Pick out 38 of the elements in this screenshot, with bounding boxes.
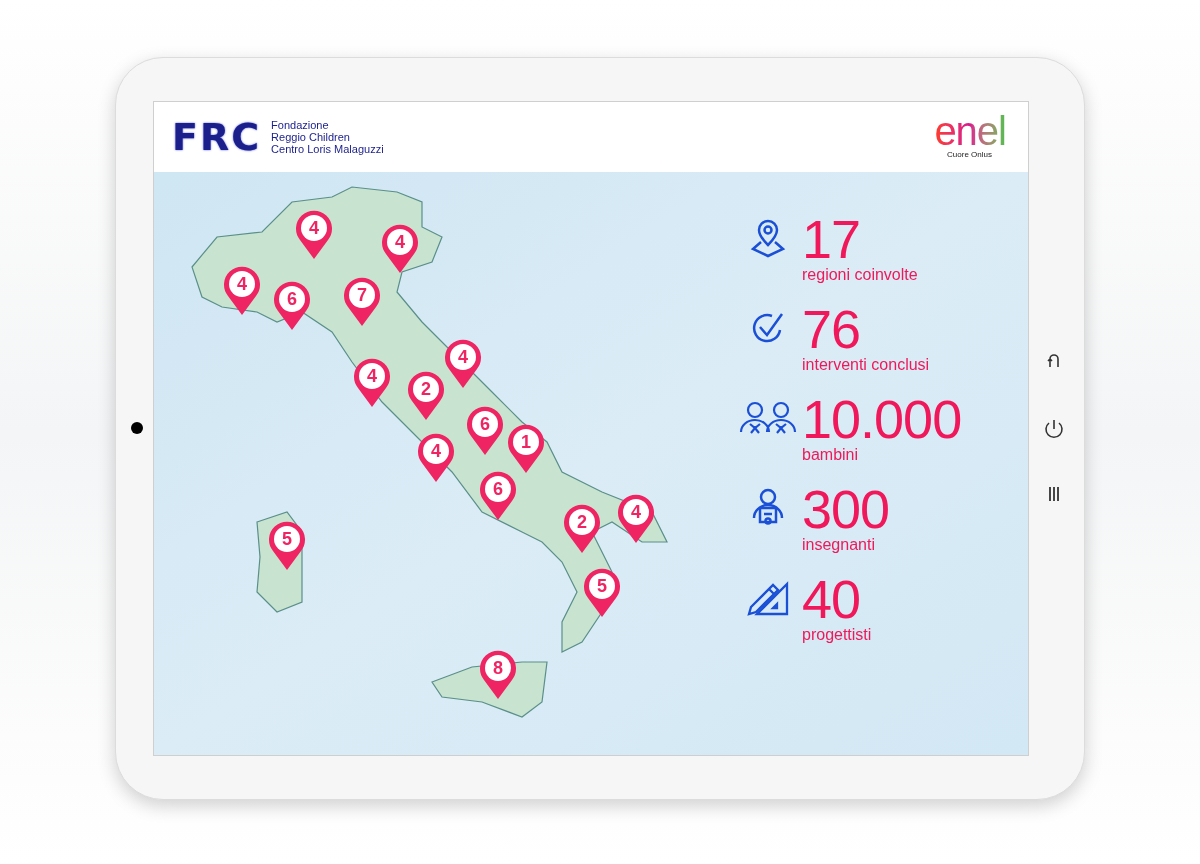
stat-value: 17 xyxy=(802,212,861,266)
map-pin[interactable]: 5 xyxy=(267,519,307,571)
map-pin[interactable]: 7 xyxy=(342,275,382,327)
stat-value: 40 xyxy=(802,572,861,626)
map-pin[interactable]: 4 xyxy=(294,208,334,260)
stat-label: bambini xyxy=(802,446,860,464)
map-pin[interactable]: 6 xyxy=(272,279,312,331)
stat-value: 10.000 xyxy=(802,392,962,446)
map-pin[interactable]: 4 xyxy=(352,356,392,408)
ruler-pencil-icon xyxy=(747,580,789,616)
stat-label: insegnanti xyxy=(802,536,876,554)
back-icon[interactable] xyxy=(1046,352,1062,368)
stat-label: regioni coinvolte xyxy=(802,266,918,284)
foundation-name: Fondazione Reggio Children Centro Loris Malaguzzi xyxy=(271,119,384,155)
menu-icon[interactable] xyxy=(1048,487,1060,501)
teacher-icon xyxy=(750,488,786,528)
children-icon xyxy=(738,400,798,436)
stat-value: 76 xyxy=(802,302,861,356)
logo-mark: FRC xyxy=(172,113,262,161)
stat-value: 300 xyxy=(802,482,890,536)
map-pin[interactable]: 8 xyxy=(478,648,518,700)
map-pin[interactable]: 5 xyxy=(582,566,622,618)
map-pin[interactable]: 4 xyxy=(443,337,483,389)
map-pin[interactable]: 2 xyxy=(562,502,602,554)
stat-label: progettisti xyxy=(802,626,872,644)
map-pin[interactable]: 6 xyxy=(465,404,505,456)
stat-label: interventi conclusi xyxy=(802,356,930,374)
map-pin[interactable]: 6 xyxy=(478,469,518,521)
map-pin[interactable]: 1 xyxy=(506,422,546,474)
map-pin[interactable]: 4 xyxy=(380,222,420,274)
location-pin-icon xyxy=(750,218,786,258)
map-pin[interactable]: 2 xyxy=(406,369,446,421)
map-pin[interactable]: 4 xyxy=(616,492,656,544)
power-icon[interactable] xyxy=(1043,418,1065,440)
camera-icon xyxy=(131,422,143,434)
logo-subtitle: Cuore Onlus xyxy=(947,149,993,161)
map-pin[interactable]: 4 xyxy=(416,431,456,483)
map-pin[interactable]: 4 xyxy=(222,264,262,316)
